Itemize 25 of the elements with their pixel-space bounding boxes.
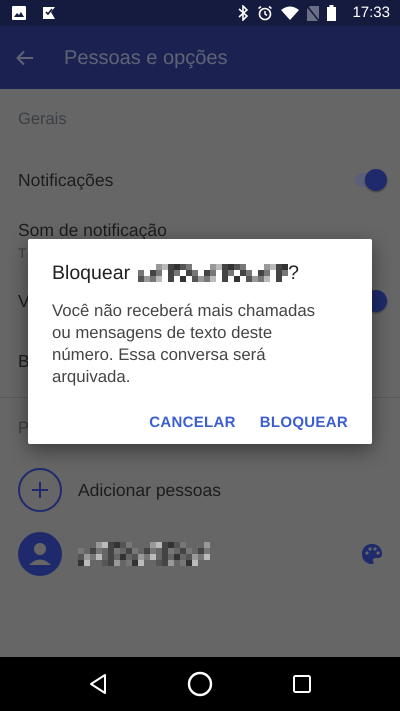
setting-label: B — [18, 350, 30, 374]
add-people-label[interactable]: Adicionar pessoas — [78, 476, 221, 504]
setting-label: Notificações — [18, 168, 114, 192]
back-arrow-icon[interactable] — [16, 50, 34, 66]
no-sim-icon — [307, 6, 320, 20]
add-circle-icon[interactable] — [18, 468, 62, 512]
checklist-icon — [42, 6, 56, 20]
screen-title: Pessoas e opções — [64, 46, 228, 70]
back-nav-icon[interactable] — [88, 673, 108, 695]
palette-icon[interactable] — [361, 543, 383, 565]
image-icon — [12, 6, 26, 20]
alarm-icon — [257, 5, 274, 21]
dialog-button[interactable]: CANCELAR — [149, 404, 236, 443]
setting-label: Som de notificação — [18, 218, 167, 242]
recents-nav-icon[interactable] — [292, 674, 312, 694]
home-nav-icon[interactable] — [186, 671, 213, 697]
dialog-message: Você não receberá mais chamadas ou mensagens de texto deste número. Essa conversa será arquivada. — [52, 300, 316, 388]
battery-icon — [327, 5, 336, 21]
bluetooth-icon — [237, 5, 250, 21]
dialog-title-end: ? — [288, 261, 299, 286]
dialog-button[interactable]: BLOQUEAR — [260, 404, 348, 443]
wifi-icon — [281, 6, 300, 20]
dialog-title: Bloquear — [52, 261, 130, 286]
clock-time: 17:33 — [352, 2, 390, 23]
avatar-icon — [18, 532, 62, 576]
